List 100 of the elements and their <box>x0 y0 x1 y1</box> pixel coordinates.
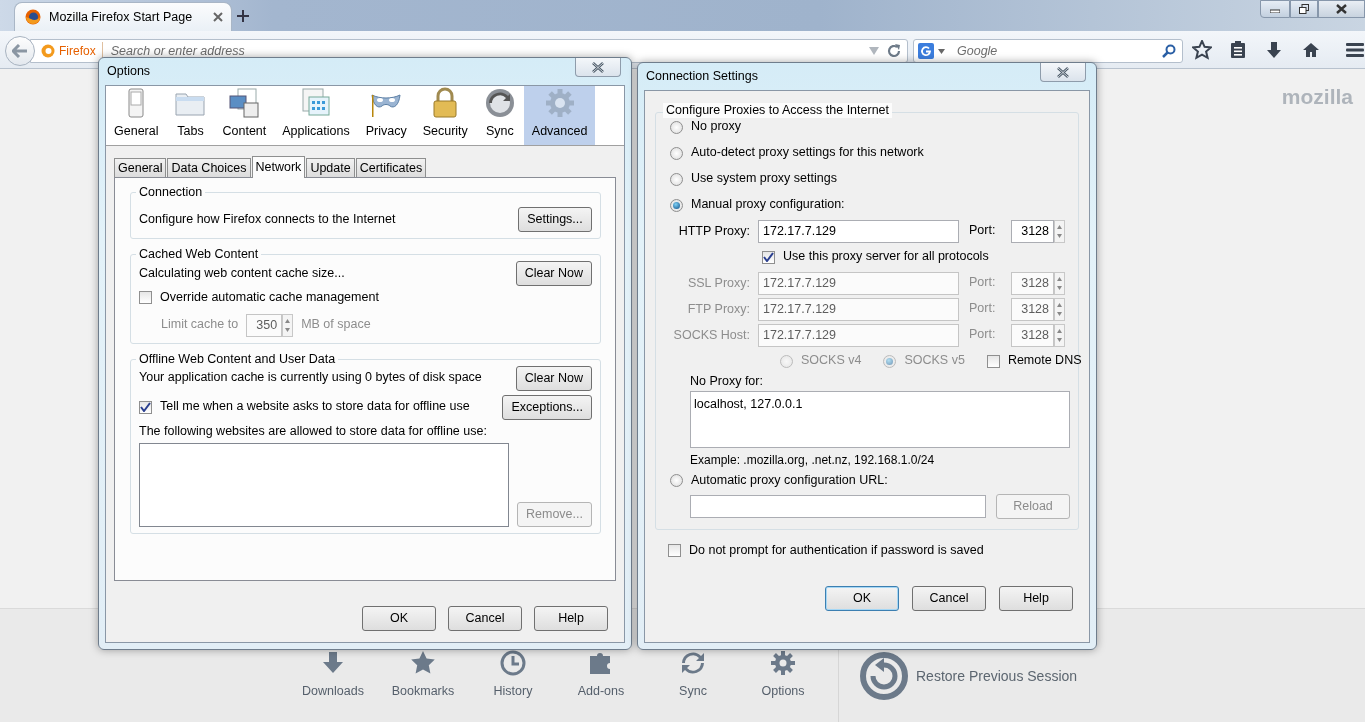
description-text: Configure how Firefox connects to the Internet <box>139 211 396 228</box>
spin-button[interactable] <box>1054 323 1065 347</box>
radio-button[interactable]: Auto-detect proxy settings for this network <box>670 145 924 161</box>
group-label: Configure Proxies to Access the Internet <box>663 103 893 118</box>
field-label: Port: <box>969 301 997 317</box>
proxy-field[interactable]: 172.17.7.129 <box>758 219 959 243</box>
restore-session-button[interactable]: Restore Previous Session <box>860 652 1078 700</box>
back-arrow-icon <box>12 44 28 58</box>
field-label: No Proxy for: <box>690 374 764 390</box>
launcher-item[interactable]: Downloads <box>288 650 378 701</box>
tab[interactable]: Certificates <box>355 158 427 177</box>
proxy-field: 172.17.7.129 <box>758 323 959 347</box>
close-button[interactable] <box>1318 0 1365 18</box>
launcher-item[interactable]: Options <box>738 650 828 701</box>
dialog-button[interactable]: Cancel <box>448 606 522 631</box>
site-identity: Firefox <box>59 43 96 60</box>
browser-tab[interactable]: Mozilla Firefox Start Page <box>14 2 232 31</box>
restore-button[interactable] <box>1290 0 1318 18</box>
home-icon[interactable] <box>1302 42 1320 58</box>
search-field[interactable]: Google <box>913 39 1183 63</box>
cache-size-field: 350 <box>246 313 283 337</box>
port-field: 3128 <box>1011 271 1054 295</box>
new-tab-icon[interactable] <box>236 9 250 23</box>
dialog-button[interactable]: OK <box>362 606 436 631</box>
field-label: SSL Proxy: <box>686 274 750 292</box>
sync-icon <box>483 87 516 120</box>
checkbox[interactable]: Do not prompt for authentication if password is saved <box>668 542 984 559</box>
port-field[interactable]: 3128 <box>1011 219 1054 243</box>
radio-button[interactable]: Use system proxy settings <box>670 171 837 187</box>
download-icon[interactable] <box>1266 41 1282 59</box>
clear-now-button[interactable]: Clear Now <box>515 261 592 286</box>
spin-button[interactable] <box>1054 297 1065 321</box>
check-icon <box>763 252 774 262</box>
launcher-item[interactable]: History <box>468 650 558 701</box>
tab[interactable]: Update <box>306 158 355 177</box>
description-text: Your application cache is currently using 0 bytes of disk space <box>139 370 482 386</box>
close-icon[interactable] <box>213 12 223 22</box>
url-field[interactable] <box>690 494 986 518</box>
category-tab[interactable]: General <box>106 86 167 145</box>
tab[interactable]: Network <box>251 156 306 178</box>
radio-button[interactable]: Manual proxy configuration: <box>670 197 845 213</box>
category-tab[interactable]: Advanced <box>523 86 596 145</box>
no-proxy-field[interactable]: localhost, 127.0.0.1 <box>690 390 1070 448</box>
website-list[interactable] <box>139 443 509 528</box>
unit-label: MB of space <box>301 317 371 333</box>
launcher-item[interactable]: Bookmarks <box>378 650 468 701</box>
category-tab[interactable]: Sync <box>475 86 524 145</box>
launcher-item[interactable]: Sync <box>648 650 738 701</box>
close-icon <box>591 61 605 73</box>
gear-icon <box>543 87 576 120</box>
port-field: 3128 <box>1011 297 1054 321</box>
tab-title: Mozilla Firefox Start Page <box>49 8 194 26</box>
exceptions-button[interactable]: Exceptions... <box>502 394 592 420</box>
dialog-button[interactable]: Cancel <box>912 585 986 611</box>
category-tab[interactable]: Tabs <box>166 86 215 145</box>
dialog-title: Connection Settings <box>646 68 758 86</box>
tab[interactable]: Data Choices <box>167 158 251 177</box>
field-label: Port: <box>969 275 997 291</box>
example-text: Example: .mozilla.org, .net.nz, 192.168.1.0/24 <box>690 452 936 468</box>
clipboard-icon[interactable] <box>1230 41 1246 59</box>
checkbox[interactable]: Use this proxy server for all protocols <box>762 249 989 265</box>
field-label: Port: <box>969 327 997 343</box>
dialog-title: Options <box>107 63 151 81</box>
spin-button[interactable] <box>1054 219 1065 243</box>
port-field: 3128 <box>1011 323 1054 347</box>
close-button[interactable] <box>575 58 621 77</box>
reload-icon[interactable] <box>887 44 901 58</box>
dialog-button[interactable]: Help <box>534 606 608 631</box>
description-text: Calculating web content cache size... <box>139 265 345 282</box>
spin-button[interactable] <box>282 313 294 337</box>
dialog-button[interactable]: Help <box>999 585 1073 611</box>
clear-now-button[interactable]: Clear Now <box>515 365 592 391</box>
close-icon <box>1336 4 1347 14</box>
checkbox[interactable]: Tell me when a website asks to store data for offline use <box>139 399 470 415</box>
spin-button[interactable] <box>1054 271 1065 295</box>
category-tab[interactable]: Security <box>414 86 476 145</box>
restore-icon <box>860 652 908 700</box>
launcher-item[interactable]: Add-ons <box>556 650 646 701</box>
star-icon[interactable] <box>1192 40 1212 60</box>
field-label: Port: <box>969 223 997 239</box>
dialog-button[interactable]: OK <box>825 585 899 611</box>
close-button[interactable] <box>1040 63 1086 82</box>
field-label: FTP Proxy: <box>686 300 750 318</box>
proxy-field: 172.17.7.129 <box>758 271 959 295</box>
checkbox[interactable]: Override automatic cache management <box>139 290 592 306</box>
tab[interactable]: General <box>114 158 167 177</box>
dropdown-icon[interactable] <box>938 48 945 54</box>
category-tab[interactable]: Applications <box>274 86 358 145</box>
category-tab[interactable]: Privacy <box>357 86 415 145</box>
menu-icon[interactable] <box>1346 42 1364 58</box>
field-label: Limit cache to <box>161 317 239 333</box>
search-icon[interactable] <box>1162 44 1176 58</box>
checkbox[interactable]: Remote DNS <box>986 353 1082 369</box>
close-icon <box>1056 66 1070 78</box>
settings-button[interactable]: Settings... <box>518 207 592 232</box>
category-tab[interactable]: Content <box>214 86 275 145</box>
description-text: The following websites are allowed to store data for offline use: <box>139 423 488 440</box>
proxy-field: 172.17.7.129 <box>758 297 959 321</box>
back-button[interactable] <box>5 36 35 66</box>
radio-button[interactable]: No proxy <box>670 119 742 135</box>
